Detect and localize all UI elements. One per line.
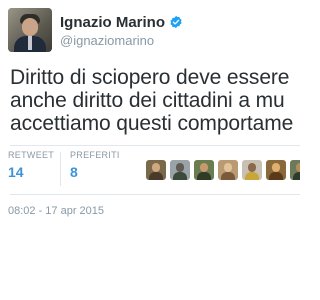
avatar-body	[269, 172, 283, 180]
avatar-body	[221, 172, 235, 180]
tweet-text-line: anche diritto dei cittadini a mu	[10, 89, 285, 112]
author-avatar[interactable]	[8, 8, 52, 52]
avatar-head	[224, 163, 232, 172]
avatar-shirt	[28, 36, 32, 50]
avatar-face	[22, 18, 38, 36]
avatar-body	[173, 172, 187, 180]
user-avatar-icon[interactable]	[242, 160, 262, 180]
author-name-row: Ignazio Marino	[60, 12, 183, 32]
user-avatar-icon[interactable]	[194, 160, 214, 180]
user-avatar-icon[interactable]	[266, 160, 286, 180]
avatar-head	[200, 163, 208, 172]
avatar-head	[176, 163, 184, 172]
user-avatar-icon[interactable]	[146, 160, 166, 180]
favorites-count: 8	[70, 164, 78, 180]
avatar-head	[272, 163, 280, 172]
user-avatar-icon[interactable]	[218, 160, 238, 180]
author-handle[interactable]: @ignaziomarino	[60, 33, 154, 48]
avatar-head	[248, 163, 256, 172]
favorites-label: PREFERITI	[70, 150, 120, 160]
stats-bottom-divider	[10, 194, 300, 195]
avatar-body	[245, 172, 259, 180]
tweet-card: Ignazio Marino @ignaziomarino Diritto di…	[0, 0, 300, 300]
retweet-stat[interactable]: RETWEET 14	[8, 150, 54, 180]
tweet-text-line: Diritto di sciopero deve essere	[10, 66, 290, 89]
avatar-head	[296, 163, 300, 172]
retweet-count: 14	[8, 164, 24, 180]
favorites-stat[interactable]: PREFERITI 8	[70, 150, 120, 180]
retweet-label: RETWEET	[8, 150, 55, 160]
stats-separator	[60, 152, 61, 186]
user-avatar-icon[interactable]	[290, 160, 300, 180]
tweet-text-line: accettiamo questi comportame	[10, 112, 294, 135]
stats-top-divider	[10, 145, 300, 146]
avatar-body	[293, 172, 300, 180]
verified-badge-icon	[170, 15, 182, 29]
avatar-head	[152, 163, 160, 172]
favoriters-avatars	[146, 160, 300, 182]
author-name[interactable]: Ignazio Marino	[60, 14, 165, 31]
tweet-stats: RETWEET 14 PREFERITI 8	[8, 150, 300, 190]
avatar-body	[197, 172, 211, 180]
avatar-body	[149, 172, 163, 180]
tweet-header: Ignazio Marino @ignaziomarino	[8, 8, 300, 60]
tweet-text: Diritto di sciopero deve essere anche di…	[10, 66, 300, 135]
user-avatar-icon[interactable]	[170, 160, 190, 180]
tweet-timestamp[interactable]: 08:02 - 17 apr 2015	[8, 205, 104, 217]
